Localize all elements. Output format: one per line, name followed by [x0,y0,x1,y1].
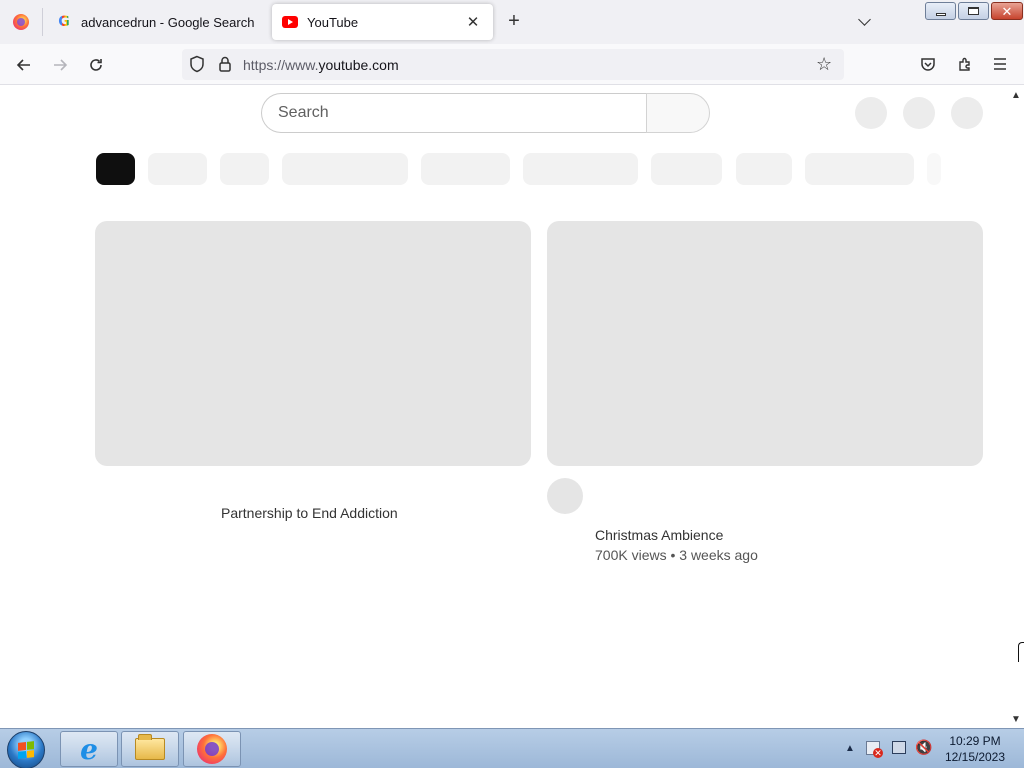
tab-title: YouTube [307,14,359,30]
minimize-icon [935,12,946,16]
scroll-up-icon[interactable]: ▲ [1010,90,1022,101]
arrow-left-icon [16,59,30,71]
mouse-cursor-icon [1018,642,1024,662]
list-all-tabs-button[interactable] [853,11,875,33]
url-prefix: https://www. [243,57,319,73]
bookmark-star-icon[interactable]: ☆ [816,54,832,75]
video-metadata: 700K views • 3 weeks ago [595,547,758,563]
chip-placeholder[interactable] [421,153,510,185]
taskbar-firefox[interactable] [183,731,241,767]
video-title[interactable]: Christmas Ambience [595,527,723,543]
extensions-icon[interactable] [955,53,975,75]
firefox-icon [197,734,227,764]
tab-separator [42,8,43,36]
arrow-right-icon [54,59,68,71]
tab-title: advancedrun - Google Search [81,14,255,30]
channel-avatar-placeholder[interactable] [547,478,583,514]
chip-placeholder[interactable] [651,153,722,185]
tracking-protection-shield-icon[interactable] [189,55,205,73]
close-icon: ✕ [1001,3,1013,19]
action-center-flag-icon[interactable] [866,741,883,758]
forward-button[interactable] [47,52,73,78]
chip-placeholder[interactable] [148,153,207,185]
system-clock[interactable]: 10:29 PM 12/15/2023 [940,733,1010,765]
url-text[interactable]: https://www.youtube.com [243,57,399,73]
close-tab-icon[interactable]: ✕ [463,12,483,32]
search-button[interactable] [646,93,710,133]
tab-google-search[interactable]: G advancedrun - Google Search [46,4,268,40]
back-button[interactable] [11,52,37,78]
volume-muted-icon[interactable]: 🔇 [915,739,933,755]
clock-time: 10:29 PM [949,734,1001,748]
chip-all[interactable] [96,153,135,185]
firefox-view-button[interactable] [0,0,42,44]
search-input[interactable]: Search [261,93,647,133]
video-title[interactable]: Partnership to End Addiction [221,505,398,521]
new-tab-button[interactable]: + [503,11,525,33]
minimize-button[interactable] [925,2,956,20]
video-thumbnail-placeholder[interactable] [95,221,531,466]
youtube-page: Search Partnership to End Addiction Chri… [0,86,1024,728]
reload-icon [90,59,102,71]
clock-date: 12/15/2023 [944,750,1006,764]
restore-button[interactable] [958,2,989,20]
taskbar-file-explorer[interactable] [121,731,179,767]
chip-placeholder[interactable] [282,153,408,185]
chip-placeholder[interactable] [523,153,638,185]
lock-icon[interactable] [217,55,233,73]
network-icon[interactable] [892,741,906,754]
chip-placeholder[interactable] [736,153,792,185]
taskbar: e ▲ 🔇 10:29 PM 12/15/2023 [0,728,1024,768]
internet-explorer-icon: e [80,732,98,766]
notifications-button-placeholder[interactable] [903,97,935,129]
pocket-icon[interactable] [918,53,938,75]
window-controls: ✕ [925,2,1023,20]
url-domain: youtube.com [318,57,399,73]
chip-placeholder[interactable] [927,153,941,185]
file-explorer-icon [135,734,165,760]
youtube-icon [282,14,298,30]
windows-logo-icon [18,741,34,759]
firefox-icon [13,14,29,30]
tab-youtube[interactable]: YouTube ✕ [272,4,493,40]
chip-placeholder[interactable] [805,153,914,185]
chevron-down-icon [857,13,871,26]
reload-button[interactable] [83,52,109,78]
create-button-placeholder[interactable] [855,97,887,129]
account-avatar-placeholder[interactable] [951,97,983,129]
video-thumbnail-placeholder[interactable] [547,221,983,466]
taskbar-internet-explorer[interactable]: e [60,731,118,767]
restore-icon [968,7,979,15]
tab-strip: G advancedrun - Google Search YouTube ✕ … [0,0,1024,44]
show-hidden-icons-button[interactable]: ▲ [845,743,855,754]
scroll-down-icon[interactable]: ▼ [1010,714,1022,725]
start-button[interactable] [7,731,45,768]
close-window-button[interactable]: ✕ [991,2,1023,20]
google-g-icon: G [58,14,70,30]
chip-placeholder[interactable] [220,153,269,185]
hamburger-menu-icon[interactable] [990,53,1010,75]
